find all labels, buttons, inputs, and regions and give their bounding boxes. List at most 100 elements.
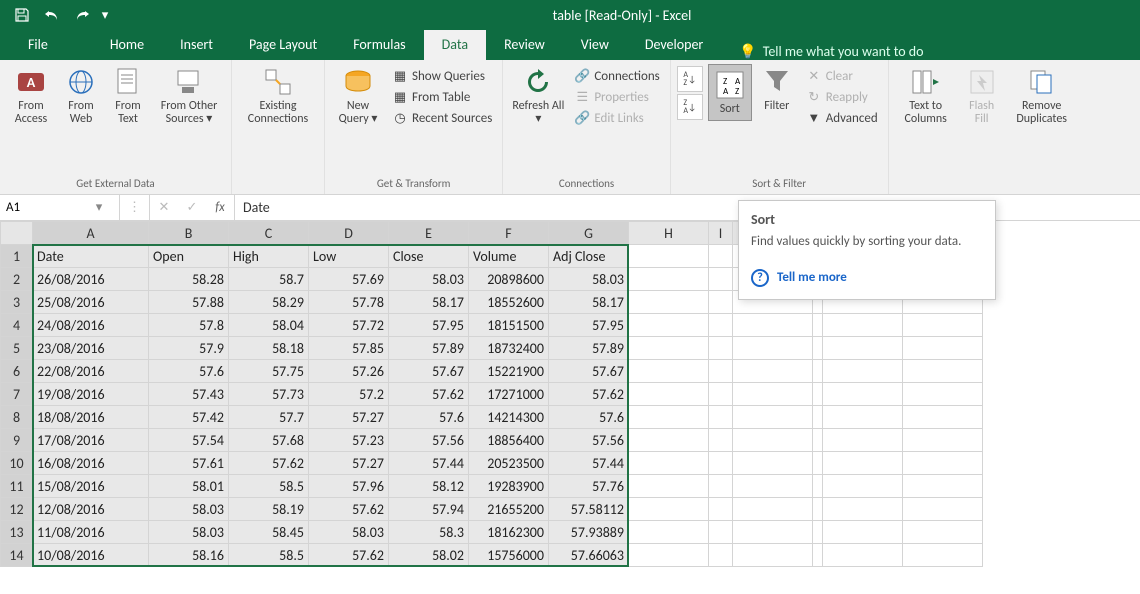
cell-I10[interactable]	[709, 452, 733, 475]
cell-I14[interactable]	[709, 544, 733, 567]
cell-I3[interactable]	[709, 291, 733, 314]
cell-H3[interactable]	[629, 291, 709, 314]
cell-L7[interactable]	[823, 383, 903, 406]
cell-A9[interactable]: 17/08/2016	[33, 429, 149, 452]
cell-J6[interactable]	[733, 360, 813, 383]
cell-G2[interactable]: 58.03	[549, 268, 629, 291]
cell-M14[interactable]	[903, 544, 983, 567]
cell-A4[interactable]: 24/08/2016	[33, 314, 149, 337]
cell-J4[interactable]	[733, 314, 813, 337]
col-header-C[interactable]: C	[229, 222, 309, 245]
cell-I5[interactable]	[709, 337, 733, 360]
tab-data[interactable]: Data	[424, 30, 486, 60]
cell-A12[interactable]: 12/08/2016	[33, 498, 149, 521]
cell-E11[interactable]: 58.12	[389, 475, 469, 498]
cell-K5[interactable]	[813, 337, 823, 360]
cell-L8[interactable]	[823, 406, 903, 429]
flash-fill-button[interactable]: Flash Fill	[960, 64, 1004, 128]
cell-E4[interactable]: 57.95	[389, 314, 469, 337]
cell-G12[interactable]: 57.58112	[549, 498, 629, 521]
cell-H8[interactable]	[629, 406, 709, 429]
recent-sources-button[interactable]: ◷Recent Sources	[388, 108, 496, 128]
cell-H4[interactable]	[629, 314, 709, 337]
existing-connections-button[interactable]: Existing Connections	[238, 64, 318, 128]
cell-L10[interactable]	[823, 452, 903, 475]
cell-B5[interactable]: 57.9	[149, 337, 229, 360]
cell-E7[interactable]: 57.62	[389, 383, 469, 406]
row-header-10[interactable]: 10	[1, 452, 33, 475]
accept-formula-icon[interactable]: ✓	[178, 200, 206, 215]
col-header-F[interactable]: F	[469, 222, 549, 245]
cell-B6[interactable]: 57.6	[149, 360, 229, 383]
cell-A6[interactable]: 22/08/2016	[33, 360, 149, 383]
cell-K8[interactable]	[813, 406, 823, 429]
cell-B11[interactable]: 58.01	[149, 475, 229, 498]
cell-E14[interactable]: 58.02	[389, 544, 469, 567]
cell-H12[interactable]	[629, 498, 709, 521]
cell-B9[interactable]: 57.54	[149, 429, 229, 452]
cell-G3[interactable]: 58.17	[549, 291, 629, 314]
cell-F3[interactable]: 18552600	[469, 291, 549, 314]
cell-A11[interactable]: 15/08/2016	[33, 475, 149, 498]
cell-G14[interactable]: 57.66063	[549, 544, 629, 567]
sort-asc-button[interactable]: AZ↓	[677, 66, 703, 92]
cell-C2[interactable]: 58.7	[229, 268, 309, 291]
cell-C4[interactable]: 58.04	[229, 314, 309, 337]
row-header-9[interactable]: 9	[1, 429, 33, 452]
cell-J9[interactable]	[733, 429, 813, 452]
cell-J5[interactable]	[733, 337, 813, 360]
cell-D12[interactable]: 57.62	[309, 498, 389, 521]
cell-C3[interactable]: 58.29	[229, 291, 309, 314]
cell-M5[interactable]	[903, 337, 983, 360]
cell-J10[interactable]	[733, 452, 813, 475]
cell-L6[interactable]	[823, 360, 903, 383]
cell-C8[interactable]: 57.7	[229, 406, 309, 429]
cell-K12[interactable]	[813, 498, 823, 521]
text-to-columns-button[interactable]: Text to Columns	[895, 64, 957, 128]
cell-J13[interactable]	[733, 521, 813, 544]
tab-view[interactable]: View	[563, 30, 627, 60]
cell-F2[interactable]: 20898600	[469, 268, 549, 291]
row-header-3[interactable]: 3	[1, 291, 33, 314]
cell-D3[interactable]: 57.78	[309, 291, 389, 314]
cell-C5[interactable]: 58.18	[229, 337, 309, 360]
cell-L11[interactable]	[823, 475, 903, 498]
cell-H2[interactable]	[629, 268, 709, 291]
col-header-B[interactable]: B	[149, 222, 229, 245]
cell-K7[interactable]	[813, 383, 823, 406]
cell-E6[interactable]: 57.67	[389, 360, 469, 383]
cell-G1[interactable]: Adj Close	[549, 245, 629, 268]
fx-icon[interactable]: fx	[206, 200, 234, 215]
cell-I7[interactable]	[709, 383, 733, 406]
cell-H6[interactable]	[629, 360, 709, 383]
row-header-5[interactable]: 5	[1, 337, 33, 360]
cell-H5[interactable]	[629, 337, 709, 360]
cell-M10[interactable]	[903, 452, 983, 475]
cell-J14[interactable]	[733, 544, 813, 567]
cell-G9[interactable]: 57.56	[549, 429, 629, 452]
cell-L13[interactable]	[823, 521, 903, 544]
connections-button[interactable]: 🔗Connections	[570, 66, 663, 86]
cell-B7[interactable]: 57.43	[149, 383, 229, 406]
cell-J11[interactable]	[733, 475, 813, 498]
advanced-button[interactable]: ▼Advanced	[802, 108, 882, 128]
cell-F6[interactable]: 15221900	[469, 360, 549, 383]
tell-me-search[interactable]: 💡 Tell me what you want to do	[739, 43, 923, 60]
cell-G13[interactable]: 57.93889	[549, 521, 629, 544]
cell-I13[interactable]	[709, 521, 733, 544]
cell-E3[interactable]: 58.17	[389, 291, 469, 314]
cell-J12[interactable]	[733, 498, 813, 521]
cell-M11[interactable]	[903, 475, 983, 498]
cell-E12[interactable]: 57.94	[389, 498, 469, 521]
cell-D2[interactable]: 57.69	[309, 268, 389, 291]
cell-A2[interactable]: 26/08/2016	[33, 268, 149, 291]
cell-E2[interactable]: 58.03	[389, 268, 469, 291]
from-other-sources-button[interactable]: From Other Sources ▾	[153, 64, 225, 128]
col-header-E[interactable]: E	[389, 222, 469, 245]
sort-button[interactable]: ZAAZ Sort	[708, 64, 752, 121]
cell-D6[interactable]: 57.26	[309, 360, 389, 383]
row-header-8[interactable]: 8	[1, 406, 33, 429]
cell-B1[interactable]: Open	[149, 245, 229, 268]
undo-icon[interactable]	[38, 3, 66, 27]
save-icon[interactable]	[8, 3, 36, 27]
